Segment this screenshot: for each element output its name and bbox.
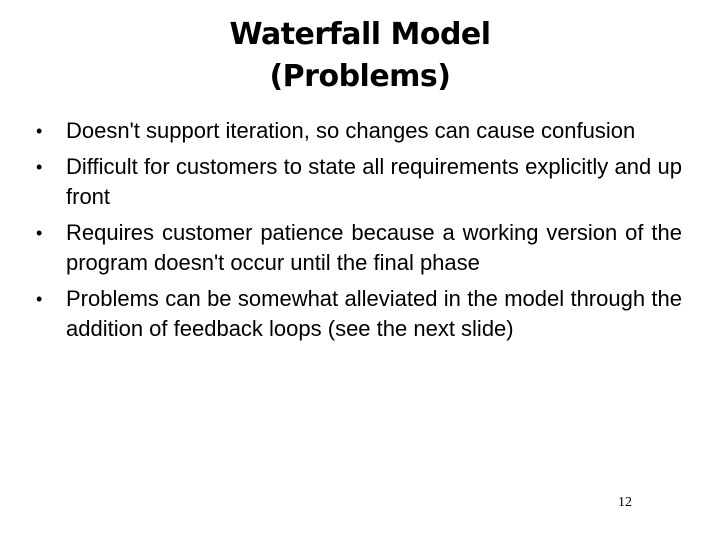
bullet-text: Requires customer patience because a wor… <box>66 220 682 275</box>
bullet-item: • Problems can be somewhat alleviated in… <box>36 284 682 344</box>
slide: Waterfall Model (Problems) • Doesn't sup… <box>0 0 720 540</box>
title-line-2: (Problems) <box>269 59 451 94</box>
page-number: 12 <box>618 495 632 510</box>
title-line-1: Waterfall Model <box>229 17 491 52</box>
slide-title: Waterfall Model (Problems) <box>0 14 720 98</box>
bullet-list: • Doesn't support iteration, so changes … <box>36 116 682 350</box>
bullet-text: Doesn't support iteration, so changes ca… <box>66 118 636 143</box>
bullet-icon: • <box>36 289 43 309</box>
bullet-text: Difficult for customers to state all req… <box>66 154 682 209</box>
bullet-item: • Requires customer patience because a w… <box>36 218 682 278</box>
bullet-text: Problems can be somewhat alleviated in t… <box>66 286 682 341</box>
bullet-icon: • <box>36 223 43 243</box>
bullet-icon: • <box>36 157 43 177</box>
bullet-item: • Difficult for customers to state all r… <box>36 152 682 212</box>
bullet-item: • Doesn't support iteration, so changes … <box>36 116 682 146</box>
bullet-icon: • <box>36 121 43 141</box>
